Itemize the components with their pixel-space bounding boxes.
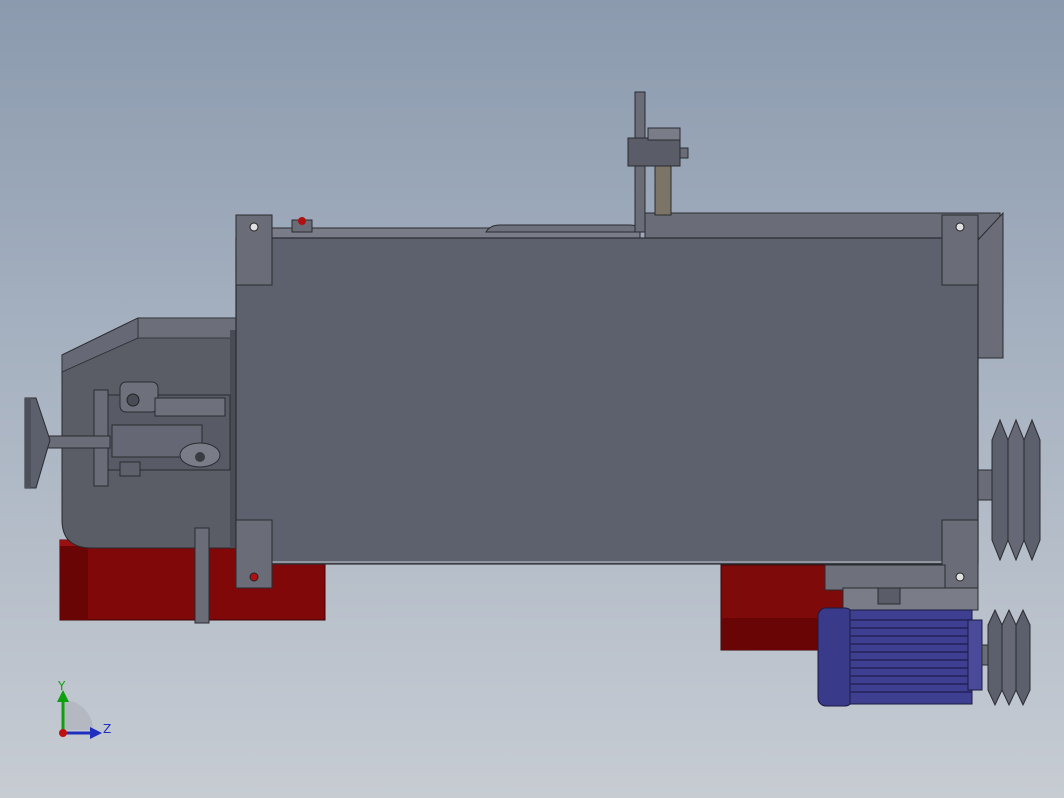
- corner-bracket-top-right: [941, 214, 979, 286]
- y-axis-label: Y: [57, 679, 66, 693]
- z-axis-label: Z: [103, 722, 111, 736]
- coordinate-triad: Y Z: [57, 679, 111, 739]
- z-axis-arrow: [90, 727, 102, 739]
- cad-model[interactable]: Y Z: [0, 0, 1064, 798]
- strap: [194, 527, 210, 624]
- 3d-viewport[interactable]: Y Z: [0, 0, 1064, 798]
- upper-pulley: [991, 418, 1041, 562]
- feed-mechanism: [93, 381, 231, 487]
- corner-bracket-bottom-left: [235, 519, 273, 589]
- corner-bracket-bottom-right: [941, 519, 979, 589]
- x-axis-dot: [59, 729, 67, 737]
- electric-motor: [817, 607, 983, 707]
- red-knob[interactable]: [291, 217, 313, 233]
- main-housing: [235, 237, 979, 565]
- corner-bracket-top-left: [235, 214, 273, 286]
- top-lever[interactable]: [627, 91, 689, 233]
- v-belt-pulleys: [977, 418, 1041, 707]
- lower-pulley: [987, 608, 1031, 707]
